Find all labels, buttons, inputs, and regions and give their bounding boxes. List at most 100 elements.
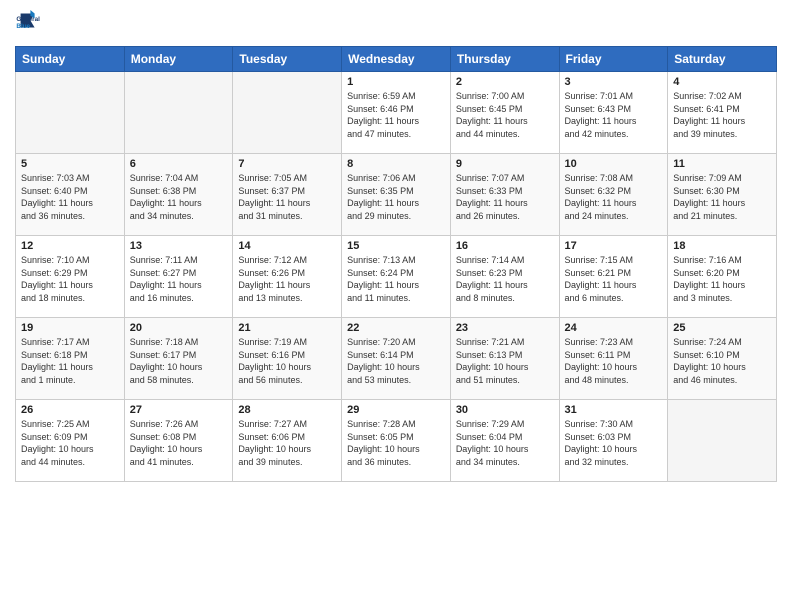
logo-icon: GeneralBlue <box>15 10 43 38</box>
day-info: Sunrise: 7:09 AM Sunset: 6:30 PM Dayligh… <box>673 172 771 222</box>
day-cell-6: 6 Sunrise: 7:04 AM Sunset: 6:38 PM Daylig… <box>124 154 233 236</box>
day-info: Sunrise: 7:11 AM Sunset: 6:27 PM Dayligh… <box>130 254 228 304</box>
svg-text:Blue: Blue <box>16 23 30 30</box>
day-number: 10 <box>565 158 663 170</box>
day-number: 26 <box>21 404 119 416</box>
day-cell-4: 4 Sunrise: 7:02 AM Sunset: 6:41 PM Daylig… <box>668 72 777 154</box>
day-info: Sunrise: 7:26 AM Sunset: 6:08 PM Dayligh… <box>130 418 228 468</box>
day-info: Sunrise: 7:13 AM Sunset: 6:24 PM Dayligh… <box>347 254 445 304</box>
day-cell-12: 12 Sunrise: 7:10 AM Sunset: 6:29 PM Dayli… <box>16 236 125 318</box>
day-number: 17 <box>565 240 663 252</box>
day-cell-23: 23 Sunrise: 7:21 AM Sunset: 6:13 PM Dayli… <box>450 318 559 400</box>
empty-cell <box>124 72 233 154</box>
day-header-tuesday: Tuesday <box>233 47 342 72</box>
day-cell-28: 28 Sunrise: 7:27 AM Sunset: 6:06 PM Dayli… <box>233 400 342 482</box>
day-cell-1: 1 Sunrise: 6:59 AM Sunset: 6:46 PM Daylig… <box>342 72 451 154</box>
day-number: 7 <box>238 158 336 170</box>
day-info: Sunrise: 7:05 AM Sunset: 6:37 PM Dayligh… <box>238 172 336 222</box>
day-number: 3 <box>565 76 663 88</box>
day-cell-21: 21 Sunrise: 7:19 AM Sunset: 6:16 PM Dayli… <box>233 318 342 400</box>
day-number: 9 <box>456 158 554 170</box>
empty-cell <box>668 400 777 482</box>
day-header-friday: Friday <box>559 47 668 72</box>
day-cell-2: 2 Sunrise: 7:00 AM Sunset: 6:45 PM Daylig… <box>450 72 559 154</box>
day-info: Sunrise: 7:00 AM Sunset: 6:45 PM Dayligh… <box>456 90 554 140</box>
day-cell-7: 7 Sunrise: 7:05 AM Sunset: 6:37 PM Daylig… <box>233 154 342 236</box>
day-cell-31: 31 Sunrise: 7:30 AM Sunset: 6:03 PM Dayli… <box>559 400 668 482</box>
day-number: 2 <box>456 76 554 88</box>
day-cell-18: 18 Sunrise: 7:16 AM Sunset: 6:20 PM Dayli… <box>668 236 777 318</box>
day-cell-24: 24 Sunrise: 7:23 AM Sunset: 6:11 PM Dayli… <box>559 318 668 400</box>
empty-cell <box>16 72 125 154</box>
day-number: 21 <box>238 322 336 334</box>
day-number: 22 <box>347 322 445 334</box>
day-cell-13: 13 Sunrise: 7:11 AM Sunset: 6:27 PM Dayli… <box>124 236 233 318</box>
day-cell-17: 17Sunrise: 7:15 AM Sunset: 6:21 PM Dayli… <box>559 236 668 318</box>
day-number: 18 <box>673 240 771 252</box>
day-cell-8: 8 Sunrise: 7:06 AM Sunset: 6:35 PM Daylig… <box>342 154 451 236</box>
day-number: 29 <box>347 404 445 416</box>
day-info: Sunrise: 7:25 AM Sunset: 6:09 PM Dayligh… <box>21 418 119 468</box>
day-number: 6 <box>130 158 228 170</box>
day-info: Sunrise: 7:02 AM Sunset: 6:41 PM Dayligh… <box>673 90 771 140</box>
day-number: 30 <box>456 404 554 416</box>
day-cell-27: 27 Sunrise: 7:26 AM Sunset: 6:08 PM Dayli… <box>124 400 233 482</box>
day-info: Sunrise: 7:10 AM Sunset: 6:29 PM Dayligh… <box>21 254 119 304</box>
day-cell-16: 16Sunrise: 7:14 AM Sunset: 6:23 PM Dayli… <box>450 236 559 318</box>
day-cell-29: 29 Sunrise: 7:28 AM Sunset: 6:05 PM Dayli… <box>342 400 451 482</box>
day-cell-22: 22 Sunrise: 7:20 AM Sunset: 6:14 PM Dayli… <box>342 318 451 400</box>
day-header-saturday: Saturday <box>668 47 777 72</box>
day-info: Sunrise: 7:21 AM Sunset: 6:13 PM Dayligh… <box>456 336 554 386</box>
day-info: Sunrise: 7:14 AM Sunset: 6:23 PM Dayligh… <box>456 254 554 304</box>
empty-cell <box>233 72 342 154</box>
day-info: Sunrise: 7:08 AM Sunset: 6:32 PM Dayligh… <box>565 172 663 222</box>
day-info: Sunrise: 7:28 AM Sunset: 6:05 PM Dayligh… <box>347 418 445 468</box>
day-info: Sunrise: 7:30 AM Sunset: 6:03 PM Dayligh… <box>565 418 663 468</box>
day-cell-9: 9Sunrise: 7:07 AM Sunset: 6:33 PM Daylig… <box>450 154 559 236</box>
day-number: 28 <box>238 404 336 416</box>
week-row-4: 26 Sunrise: 7:25 AM Sunset: 6:09 PM Dayli… <box>16 400 777 482</box>
day-info: Sunrise: 7:24 AM Sunset: 6:10 PM Dayligh… <box>673 336 771 386</box>
day-info: Sunrise: 7:06 AM Sunset: 6:35 PM Dayligh… <box>347 172 445 222</box>
week-row-0: 1 Sunrise: 6:59 AM Sunset: 6:46 PM Daylig… <box>16 72 777 154</box>
day-cell-15: 15 Sunrise: 7:13 AM Sunset: 6:24 PM Dayli… <box>342 236 451 318</box>
day-header-wednesday: Wednesday <box>342 47 451 72</box>
day-cell-5: 5 Sunrise: 7:03 AM Sunset: 6:40 PM Daylig… <box>16 154 125 236</box>
day-number: 23 <box>456 322 554 334</box>
day-number: 24 <box>565 322 663 334</box>
day-info: Sunrise: 7:27 AM Sunset: 6:06 PM Dayligh… <box>238 418 336 468</box>
day-info: Sunrise: 6:59 AM Sunset: 6:46 PM Dayligh… <box>347 90 445 140</box>
day-info: Sunrise: 7:01 AM Sunset: 6:43 PM Dayligh… <box>565 90 663 140</box>
day-number: 14 <box>238 240 336 252</box>
day-info: Sunrise: 7:16 AM Sunset: 6:20 PM Dayligh… <box>673 254 771 304</box>
day-number: 27 <box>130 404 228 416</box>
week-row-2: 12 Sunrise: 7:10 AM Sunset: 6:29 PM Dayli… <box>16 236 777 318</box>
day-info: Sunrise: 7:18 AM Sunset: 6:17 PM Dayligh… <box>130 336 228 386</box>
day-number: 5 <box>21 158 119 170</box>
day-number: 25 <box>673 322 771 334</box>
day-number: 19 <box>21 322 119 334</box>
day-cell-30: 30 Sunrise: 7:29 AM Sunset: 6:04 PM Dayli… <box>450 400 559 482</box>
day-info: Sunrise: 7:19 AM Sunset: 6:16 PM Dayligh… <box>238 336 336 386</box>
header: GeneralBlue <box>15 10 777 38</box>
day-cell-25: 25 Sunrise: 7:24 AM Sunset: 6:10 PM Dayli… <box>668 318 777 400</box>
day-number: 1 <box>347 76 445 88</box>
day-number: 8 <box>347 158 445 170</box>
day-info: Sunrise: 7:29 AM Sunset: 6:04 PM Dayligh… <box>456 418 554 468</box>
day-number: 15 <box>347 240 445 252</box>
day-number: 13 <box>130 240 228 252</box>
day-number: 12 <box>21 240 119 252</box>
day-cell-3: 3 Sunrise: 7:01 AM Sunset: 6:43 PM Daylig… <box>559 72 668 154</box>
day-info: Sunrise: 7:23 AM Sunset: 6:11 PM Dayligh… <box>565 336 663 386</box>
day-cell-10: 10 Sunrise: 7:08 AM Sunset: 6:32 PM Dayli… <box>559 154 668 236</box>
day-info: Sunrise: 7:04 AM Sunset: 6:38 PM Dayligh… <box>130 172 228 222</box>
day-info: Sunrise: 7:17 AM Sunset: 6:18 PM Dayligh… <box>21 336 119 386</box>
day-number: 31 <box>565 404 663 416</box>
day-info: Sunrise: 7:03 AM Sunset: 6:40 PM Dayligh… <box>21 172 119 222</box>
week-row-1: 5 Sunrise: 7:03 AM Sunset: 6:40 PM Daylig… <box>16 154 777 236</box>
day-cell-11: 11 Sunrise: 7:09 AM Sunset: 6:30 PM Dayli… <box>668 154 777 236</box>
day-number: 11 <box>673 158 771 170</box>
day-cell-26: 26 Sunrise: 7:25 AM Sunset: 6:09 PM Dayli… <box>16 400 125 482</box>
day-number: 4 <box>673 76 771 88</box>
day-info: Sunrise: 7:20 AM Sunset: 6:14 PM Dayligh… <box>347 336 445 386</box>
